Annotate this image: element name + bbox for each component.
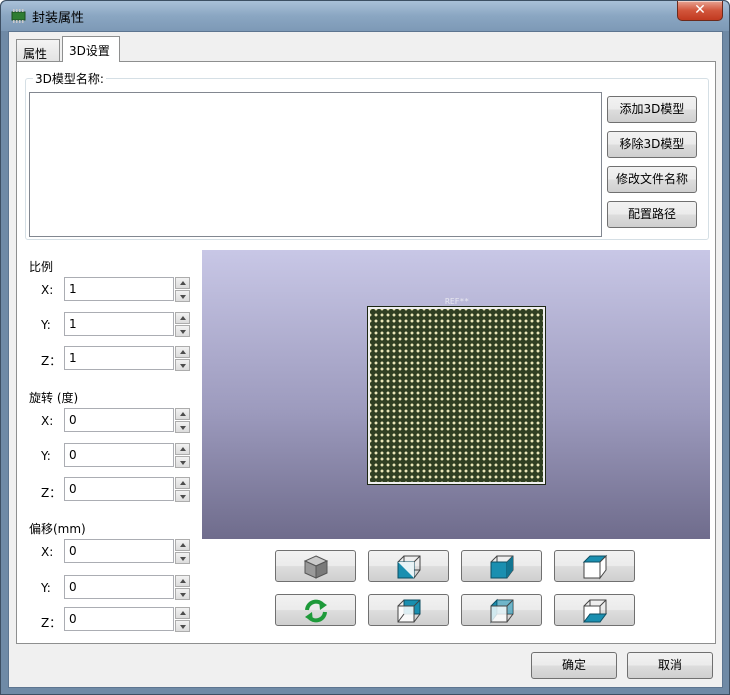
- close-button[interactable]: ✕: [677, 1, 723, 21]
- model-group-title: 3D模型名称:: [33, 70, 106, 87]
- scale-y-up-button[interactable]: [175, 312, 190, 324]
- tab-properties-label: 属性: [23, 47, 48, 61]
- view-back-button[interactable]: [368, 594, 449, 626]
- view-right-button[interactable]: [461, 550, 542, 582]
- rotation-x-label: X:: [41, 414, 54, 428]
- offset-y-up-button[interactable]: [175, 575, 190, 587]
- scale-x-down-button[interactable]: [175, 290, 190, 302]
- scale-x-label: X:: [41, 283, 54, 297]
- dialog-window: 封装属性 ✕ 属性 3D设置 3D模型名称: 添加3D模型 移除3D模型 修改文…: [0, 0, 730, 695]
- rotation-x-down-button[interactable]: [175, 421, 190, 433]
- scale-z-label: Z：: [41, 354, 62, 368]
- offset-z-label: Z：: [41, 616, 62, 630]
- offset-x-label: X:: [41, 545, 54, 559]
- rename-file-button[interactable]: 修改文件名称: [607, 166, 697, 193]
- view-front-icon: [397, 555, 421, 579]
- offset-x-input[interactable]: 0: [64, 539, 174, 563]
- view-right-icon: [490, 555, 514, 579]
- offset-x-down-button[interactable]: [175, 552, 190, 564]
- view-left-button[interactable]: [461, 594, 542, 626]
- rotation-x-input[interactable]: 0: [64, 408, 174, 432]
- rotation-z-down-button[interactable]: [175, 490, 190, 502]
- dialog-client: 属性 3D设置 3D模型名称: 添加3D模型 移除3D模型 修改文件名称 配置路…: [8, 31, 723, 688]
- cancel-button[interactable]: 取消: [627, 652, 713, 679]
- ref-designator-label: REF**: [445, 297, 470, 306]
- view-bottom-button[interactable]: [554, 594, 635, 626]
- model-list[interactable]: [29, 92, 602, 237]
- view-top-button[interactable]: [554, 550, 635, 582]
- offset-y-label: Y:: [41, 581, 51, 595]
- add-3d-model-button[interactable]: 添加3D模型: [607, 96, 697, 123]
- iso-cube-icon: [303, 555, 329, 579]
- scale-y-down-button[interactable]: [175, 325, 190, 337]
- reset-view-button[interactable]: [275, 594, 356, 626]
- scale-y-label: Y:: [41, 318, 51, 332]
- rotation-y-up-button[interactable]: [175, 443, 190, 455]
- offset-x-up-button[interactable]: [175, 539, 190, 551]
- reset-rotate-icon: [305, 599, 327, 623]
- view-bottom-icon: [583, 599, 607, 623]
- rotation-z-up-button[interactable]: [175, 477, 190, 489]
- tab-panel-3d-settings: 3D模型名称: 添加3D模型 移除3D模型 修改文件名称 配置路径 比例 X: …: [16, 61, 716, 644]
- scale-x-up-button[interactable]: [175, 277, 190, 289]
- chip-icon: [11, 9, 26, 23]
- scale-z-input[interactable]: 1: [64, 346, 174, 370]
- view-left-icon: [490, 598, 514, 624]
- tab-3d-settings[interactable]: 3D设置: [62, 36, 120, 62]
- offset-z-up-button[interactable]: [175, 607, 190, 619]
- view-iso-button[interactable]: [275, 550, 356, 582]
- offset-y-down-button[interactable]: [175, 588, 190, 600]
- view-front-button[interactable]: [368, 550, 449, 582]
- view-top-icon: [582, 554, 608, 580]
- scale-z-up-button[interactable]: [175, 346, 190, 358]
- rotation-z-input[interactable]: 0: [64, 477, 174, 501]
- rotation-y-label: Y:: [41, 449, 51, 463]
- rotation-y-input[interactable]: 0: [64, 443, 174, 467]
- configure-path-button[interactable]: 配置路径: [607, 201, 697, 228]
- scale-x-input[interactable]: 1: [64, 277, 174, 301]
- rotation-x-up-button[interactable]: [175, 408, 190, 420]
- window-title: 封装属性: [32, 11, 85, 26]
- offset-label: 偏移(mm): [29, 522, 86, 536]
- view-back-icon: [397, 599, 421, 623]
- offset-z-down-button[interactable]: [175, 620, 190, 632]
- rotation-y-down-button[interactable]: [175, 456, 190, 468]
- 3d-preview-viewport[interactable]: REF**: [202, 250, 710, 539]
- title-bar[interactable]: 封装属性 ✕: [1, 1, 729, 31]
- ok-button[interactable]: 确定: [531, 652, 617, 679]
- rotation-z-label: Z：: [41, 486, 62, 500]
- scale-label: 比例: [29, 260, 54, 274]
- bga-package-model: [368, 307, 545, 484]
- scale-y-input[interactable]: 1: [64, 312, 174, 336]
- remove-3d-model-button[interactable]: 移除3D模型: [607, 131, 697, 158]
- offset-y-input[interactable]: 0: [64, 575, 174, 599]
- offset-z-input[interactable]: 0: [64, 607, 174, 631]
- scale-z-down-button[interactable]: [175, 359, 190, 371]
- tab-3d-settings-label: 3D设置: [69, 44, 110, 58]
- rotation-label: 旋转 (度): [29, 391, 79, 405]
- close-icon: ✕: [694, 2, 706, 18]
- tab-properties[interactable]: 属性: [16, 39, 60, 62]
